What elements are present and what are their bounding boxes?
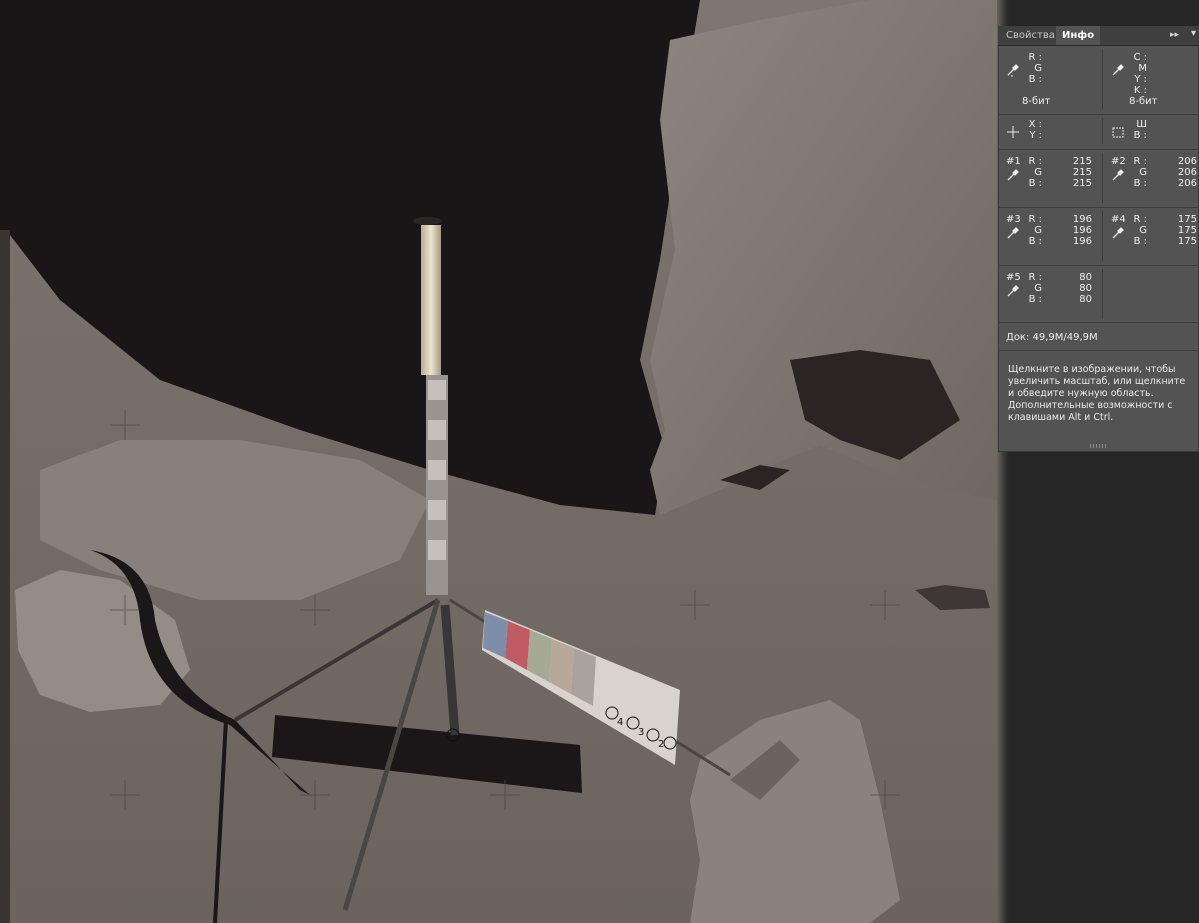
rgb-bit-depth: 8-бит bbox=[1022, 96, 1051, 107]
sampler-number: #1 bbox=[1006, 156, 1021, 167]
document-size: Док: 49,9M/49,9M bbox=[1006, 332, 1098, 343]
channel-value: 206 bbox=[1177, 178, 1197, 189]
sampler-g-row: G :196 bbox=[1028, 225, 1096, 247]
color-readouts: R : G : B : 8-бит C : M : Y : K : 8-бит bbox=[998, 45, 1199, 113]
channel-label: B : bbox=[1133, 236, 1147, 247]
sampler-b-row: B : 80 bbox=[1028, 294, 1096, 305]
selection-size-icon bbox=[1112, 127, 1124, 138]
double-chevron-right-icon[interactable]: ▸▸ bbox=[1170, 30, 1179, 40]
section-divider bbox=[1102, 211, 1103, 261]
section-divider bbox=[998, 207, 1199, 208]
channel-value: 175 bbox=[1177, 225, 1197, 236]
svg-text:3: 3 bbox=[638, 727, 644, 738]
sampler-r-row: R : 215 bbox=[1028, 156, 1096, 167]
channel-label: R : bbox=[1133, 156, 1148, 167]
svg-text:2: 2 bbox=[658, 739, 664, 750]
tool-hint: Щелкните в изображении, чтобы увеличить … bbox=[1008, 364, 1186, 423]
channel-label: B : bbox=[1028, 236, 1042, 247]
cmyk-bit-depth: 8-бит bbox=[1129, 96, 1158, 107]
sampler-r-row: R : 206 bbox=[1133, 156, 1199, 167]
sampler-number: #4 bbox=[1111, 214, 1126, 225]
channel-value: 80 bbox=[1079, 283, 1092, 294]
channel-label: R : bbox=[1028, 156, 1043, 167]
channel-value: 80 bbox=[1079, 272, 1092, 283]
channel-value: 215 bbox=[1072, 167, 1092, 178]
tab-properties[interactable]: Свойства bbox=[1000, 26, 1061, 45]
channel-value: 215 bbox=[1072, 156, 1092, 167]
channel-value: 80 bbox=[1079, 294, 1092, 305]
tab-info[interactable]: Инфо bbox=[1056, 26, 1101, 45]
panel-resize-grip[interactable] bbox=[1090, 444, 1106, 448]
eyedropper-icon[interactable] bbox=[1006, 168, 1020, 182]
info-panel: R : G : B : 8-бит C : M : Y : K : 8-бит … bbox=[998, 26, 1199, 452]
document-canvas[interactable]: 4 3 2 bbox=[0, 0, 997, 923]
section-divider bbox=[998, 322, 1199, 323]
panel-menu-icon[interactable]: ▾ bbox=[1191, 28, 1196, 39]
crosshair-icon bbox=[1007, 126, 1019, 138]
eyedropper-icon[interactable] bbox=[1006, 226, 1020, 240]
section-divider bbox=[998, 350, 1199, 351]
channel-label: R : bbox=[1028, 272, 1043, 283]
position-size-readouts: X : Y : Ш : В : bbox=[998, 115, 1199, 148]
lunar-photo: 4 3 2 bbox=[0, 0, 997, 923]
channel-label: B : bbox=[1133, 178, 1147, 189]
sampler-b-row: B : 196 bbox=[1028, 236, 1096, 247]
section-divider bbox=[1102, 269, 1103, 319]
panel-tab-bar: Свойства Инфо ▸▸ ▾ bbox=[998, 26, 1199, 46]
sampler-r-row: R : 175 bbox=[1133, 214, 1199, 225]
svg-text:4: 4 bbox=[617, 717, 623, 728]
channel-value: 196 bbox=[1072, 236, 1092, 247]
channel-value: 215 bbox=[1072, 178, 1092, 189]
channel-value: 196 bbox=[1072, 214, 1092, 225]
eyedropper-icon[interactable] bbox=[1006, 63, 1020, 77]
sampler-g-row: G :175 bbox=[1133, 225, 1199, 247]
sampler-b-row: B : 175 bbox=[1133, 236, 1199, 247]
channel-label: B : bbox=[1028, 294, 1042, 305]
section-divider bbox=[1102, 153, 1103, 203]
sampler-r-row: R : 196 bbox=[1028, 214, 1096, 225]
eyedropper-icon[interactable] bbox=[1111, 63, 1125, 77]
channel-label: R : bbox=[1133, 214, 1148, 225]
eyedropper-icon[interactable] bbox=[1111, 168, 1125, 182]
section-divider bbox=[998, 149, 1199, 150]
eyedropper-icon[interactable] bbox=[1006, 284, 1020, 298]
eyedropper-icon[interactable] bbox=[1111, 226, 1125, 240]
sampler-number: #5 bbox=[1006, 272, 1021, 283]
channel-value: 206 bbox=[1177, 156, 1197, 167]
sampler-g-row: G :80 bbox=[1028, 283, 1096, 305]
section-divider bbox=[998, 265, 1199, 266]
section-divider bbox=[1102, 49, 1103, 109]
sampler-number: #2 bbox=[1111, 156, 1126, 167]
channel-value: 206 bbox=[1177, 167, 1197, 178]
sampler-g-row: G :215 bbox=[1028, 167, 1096, 189]
channel-value: 175 bbox=[1177, 214, 1197, 225]
sampler-b-row: B : 206 bbox=[1133, 178, 1199, 189]
channel-value: 175 bbox=[1177, 236, 1197, 247]
channel-value: 196 bbox=[1072, 225, 1092, 236]
section-divider bbox=[1102, 118, 1103, 144]
sampler-number: #3 bbox=[1006, 214, 1021, 225]
channel-label: B : bbox=[1028, 178, 1042, 189]
sampler-b-row: B : 215 bbox=[1028, 178, 1096, 189]
sampler-g-row: G :206 bbox=[1133, 167, 1199, 189]
sampler-r-row: R : 80 bbox=[1028, 272, 1096, 283]
channel-label: R : bbox=[1028, 214, 1043, 225]
